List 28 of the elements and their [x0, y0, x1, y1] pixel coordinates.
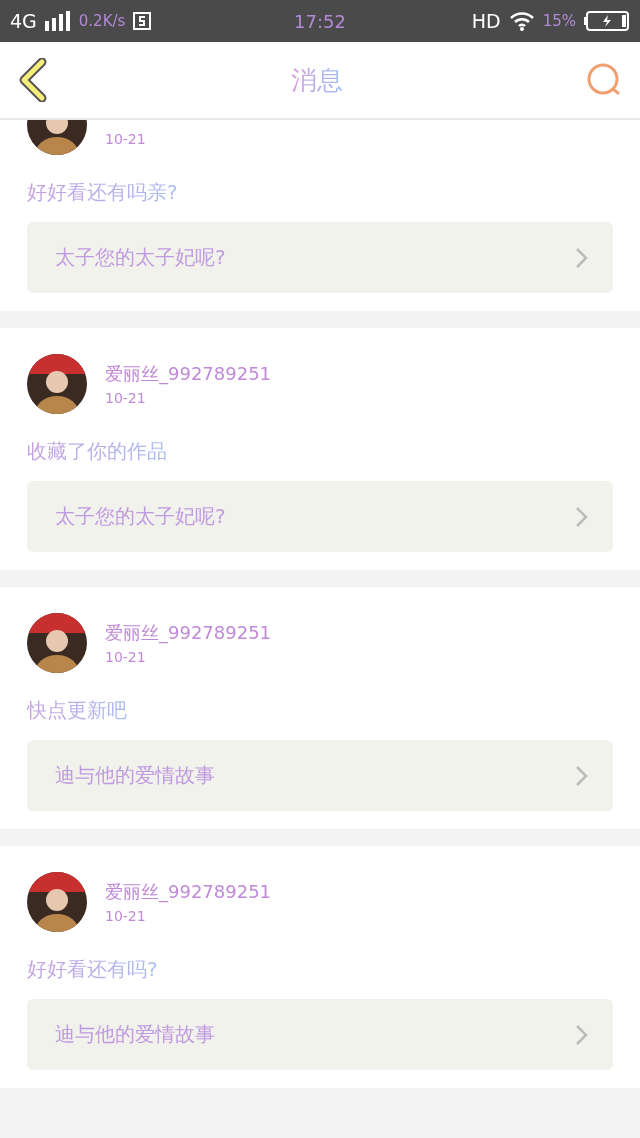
message-date: 10-21 — [105, 649, 147, 665]
back-icon[interactable] — [18, 58, 48, 102]
user-name[interactable]: 爱丽丝_992789251 — [105, 621, 272, 645]
network-speed: 0.2K/s — [78, 12, 126, 30]
square-icon — [133, 12, 152, 30]
chevron-icon — [575, 246, 589, 269]
work-link[interactable]: 太子您的太子妃呢? — [27, 222, 613, 293]
battery-icon — [584, 11, 630, 31]
work-link[interactable]: 迪与他的爱情故事 — [27, 999, 613, 1070]
message-date: 10-21 — [105, 131, 146, 147]
user-name[interactable]: 爱丽丝_992789251 — [105, 362, 272, 386]
message-date: 10-21 — [105, 390, 147, 406]
work-link[interactable]: 太子您的太子妃呢? — [27, 481, 613, 552]
user-name[interactable]: 爱丽丝_992789251 — [105, 880, 272, 904]
message-date: 10-21 — [105, 908, 147, 924]
chevron-icon — [575, 505, 589, 528]
hd-label: HD — [471, 10, 501, 32]
chevron-icon — [575, 1023, 589, 1046]
network-type: 4G — [10, 10, 37, 32]
work-link[interactable]: 迪与他的爱情故事 — [27, 740, 613, 811]
avatar — [27, 354, 87, 414]
signal-icon — [44, 11, 71, 31]
wifi-icon — [508, 11, 535, 31]
battery-percent: 15% — [542, 12, 576, 30]
avatar — [27, 613, 87, 673]
chevron-icon — [575, 764, 589, 787]
avatar — [27, 872, 87, 932]
clock: 17:52 — [294, 10, 346, 32]
